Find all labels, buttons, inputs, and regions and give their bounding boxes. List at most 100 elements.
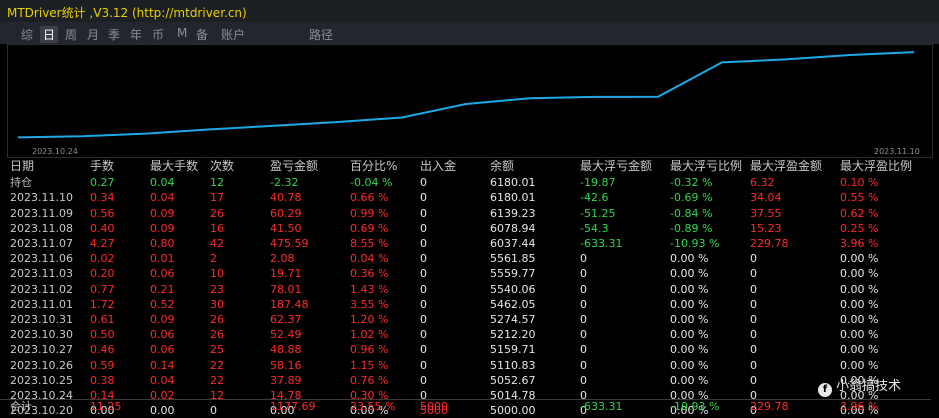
tab-5[interactable]: 年: [130, 26, 142, 43]
table-cell: 0.00 %: [840, 252, 879, 266]
table-cell: 0: [580, 267, 587, 281]
table-cell: 3.96 %: [840, 237, 879, 250]
table-cell: 6139.23: [490, 206, 536, 220]
table-cell: 22: [210, 373, 224, 387]
table-scrollbar[interactable]: [931, 160, 939, 400]
column-header: 最大浮亏比例: [670, 159, 743, 173]
table-cell: 0: [580, 358, 587, 372]
table-cell: 0.04: [150, 373, 175, 387]
column-header: 余额: [490, 159, 515, 173]
tab-8[interactable]: 备: [196, 26, 208, 43]
table-cell: 0: [580, 343, 587, 357]
table-cell: 0.09: [150, 221, 175, 235]
table-cell: 5561.85: [490, 252, 536, 266]
row-date: 2023.10.30: [10, 328, 73, 342]
table-cell: 0: [580, 373, 587, 387]
table-cell: 5000: [420, 400, 448, 413]
table-row: 2023.11.03 0.20 0.06 10 19.71 0.36 % 0 5559.77 0…: [0, 266, 939, 281]
table-row: 2023.10.31 0.61 0.09 26 62.37 1.20 % 0 5274.57 0…: [0, 312, 939, 327]
table-cell: 5212.20: [490, 328, 536, 342]
table-cell: -10.93 %: [670, 237, 720, 250]
tab-2[interactable]: 周: [65, 26, 77, 43]
tab-1[interactable]: 日: [40, 26, 59, 43]
tab-0[interactable]: 综: [21, 26, 33, 43]
row-date: 2023.11.10: [10, 191, 73, 205]
row-date: 2023.11.07: [10, 237, 73, 250]
watermark: f 小翁搞技术: [818, 375, 901, 397]
table-cell: 0.00 %: [670, 313, 709, 326]
table-cell: 78.01: [270, 282, 302, 296]
table-cell: 3.55 %: [350, 297, 389, 311]
table-cell: 0: [420, 221, 427, 235]
table-cell: 6.32: [750, 176, 775, 190]
table-cell: 1177.69: [270, 400, 316, 413]
table-cell: 0.20: [90, 267, 115, 281]
row-date: 2023.10.25: [10, 373, 73, 387]
table-cell: 0.14: [150, 358, 175, 372]
table-cell: 0: [420, 297, 427, 311]
table-cell: 0: [580, 297, 587, 311]
table-cell: 10: [210, 267, 224, 281]
tab-7[interactable]: M: [177, 26, 187, 40]
tab-4[interactable]: 季: [108, 26, 120, 43]
tab-10[interactable]: 路径: [309, 26, 333, 43]
column-header: 百分比%: [350, 159, 398, 173]
table-cell: 0: [580, 282, 587, 296]
table-cell: 17: [210, 191, 224, 205]
table-cell: 0: [750, 343, 757, 357]
table-header-row: 日期 手数 最大手数 次数 盈亏金额 百分比% 出入金 余额 最大浮亏金额 最大浮亏比例 最大浮盈金…: [0, 159, 939, 174]
table-cell: -0.89 %: [670, 221, 713, 235]
x-axis-end-label: 2023.11.10: [874, 147, 920, 156]
table-cell: 0.61: [90, 313, 115, 326]
table-cell: 0.10 %: [840, 176, 879, 190]
table-cell: 0.21: [150, 282, 175, 296]
table-cell: 0.00 %: [840, 297, 879, 311]
table-cell: -54.3: [580, 221, 609, 235]
table-row: 2023.10.25 0.38 0.04 22 37.89 0.76 % 0 5052.67 0…: [0, 373, 939, 388]
table-cell: 0.56: [90, 206, 115, 220]
window-title: MTDriver统计 ,V3.12 (http://mtdriver.cn): [7, 6, 247, 20]
table-cell: 0.04 %: [350, 252, 389, 266]
table-cell: -0.32 %: [670, 176, 713, 190]
table-cell: -0.84 %: [670, 206, 713, 220]
table-cell: 0.00 %: [670, 297, 709, 311]
tab-3[interactable]: 月: [87, 26, 99, 43]
table-cell: 0: [420, 176, 427, 190]
table-cell: 0: [750, 328, 757, 342]
table-cell: 1.15 %: [350, 358, 389, 372]
column-header: 最大手数: [150, 159, 199, 173]
table-cell: 5159.71: [490, 343, 536, 357]
column-header: 次数: [210, 159, 235, 173]
tab-6[interactable]: 币: [152, 26, 164, 43]
column-header: 盈亏金额: [270, 159, 319, 173]
row-date: 2023.11.01: [10, 297, 73, 311]
table-row: 2023.11.07 4.27 0.80 42 475.59 8.55 % 0 6037.44…: [0, 236, 939, 251]
table-cell: 0.00 %: [840, 282, 879, 296]
equity-chart-svg: [17, 51, 915, 139]
table-cell: 11.25: [90, 400, 122, 413]
row-date: 合计: [10, 400, 32, 413]
table-cell: -10.93 %: [670, 400, 720, 413]
table-cell: 0.46: [90, 343, 115, 357]
tab-9[interactable]: 账户: [221, 26, 245, 43]
table-cell: 0.06: [150, 328, 175, 342]
table-cell: 0: [750, 267, 757, 281]
table-cell: 0.00 %: [670, 328, 709, 342]
table-cell: 0: [750, 297, 757, 311]
row-date: 2023.10.31: [10, 313, 73, 326]
table-row: 2023.11.09 0.56 0.09 26 60.29 0.99 % 0 6139.23 -…: [0, 206, 939, 221]
table-cell: 0.00 %: [670, 373, 709, 387]
table-cell: 0.50: [90, 328, 115, 342]
table-cell: 229.78: [750, 237, 789, 250]
table-cell: 0.59: [90, 358, 115, 372]
table-cell: 23.55 %: [350, 400, 396, 413]
table-cell: 0.76 %: [350, 373, 389, 387]
table-cell: 0: [420, 358, 427, 372]
table-cell: 62.37: [270, 313, 302, 326]
table-cell: 0.62 %: [840, 206, 879, 220]
table-cell: 19.71: [270, 267, 302, 281]
column-header: 最大浮盈比例: [840, 159, 913, 173]
table-cell: 0.06: [150, 267, 175, 281]
equity-line: [17, 51, 915, 139]
table-cell: 15.23: [750, 221, 782, 235]
